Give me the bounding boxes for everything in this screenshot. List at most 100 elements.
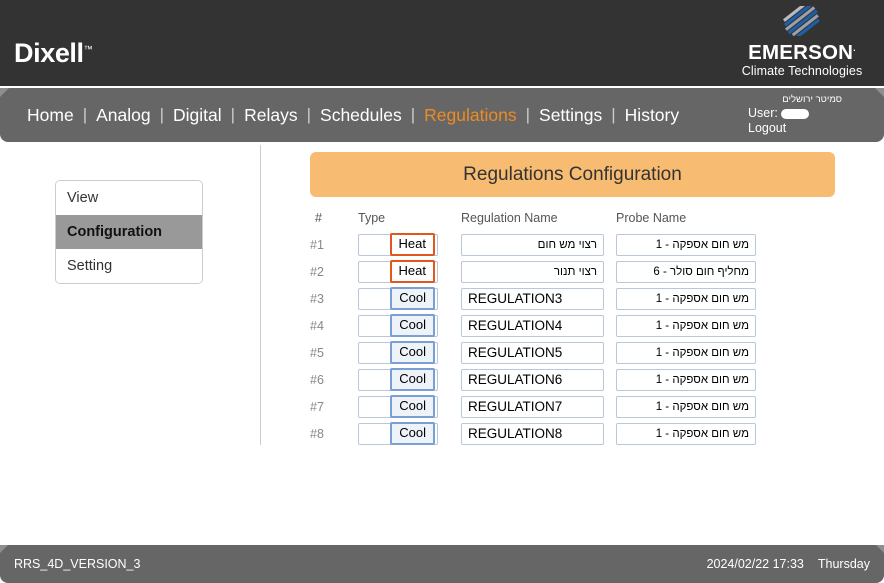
emerson-reg-symbol: . <box>853 43 856 53</box>
type-cool-badge[interactable]: Cool <box>390 395 435 418</box>
probe-name-input[interactable]: מחליף חום סולר - 6 <box>616 260 756 283</box>
type-cool-badge[interactable]: Cool <box>390 287 435 310</box>
nav-item-settings[interactable]: Settings <box>530 105 611 126</box>
table-row: #7 Cool REGULATION7 מש חום אספקה - 1 <box>310 393 764 420</box>
probe-name-input[interactable]: מש חום אספקה - 1 <box>616 341 756 364</box>
footer-weekday: Thursday <box>817 557 870 571</box>
top-header: Dixell™ EMERSON. Climate Technologies <box>0 0 884 86</box>
regulation-name-input[interactable]: REGULATION5 <box>461 341 604 364</box>
row-number: #6 <box>310 372 324 387</box>
regulation-name-input[interactable]: REGULATION4 <box>461 314 604 337</box>
table-row: #4 Cool REGULATION4 מש חום אספקה - 1 <box>310 312 764 339</box>
nav-item-analog[interactable]: Analog <box>87 105 160 126</box>
firmware-version-label: RRS_4D_VERSION_3 <box>14 557 141 571</box>
row-probe-name-cell: מחליף חום סולר - 6 <box>616 258 764 285</box>
column-header-regulation-name: Regulation Name <box>461 211 558 225</box>
row-regulation-name-cell: REGULATION3 <box>461 285 616 312</box>
row-probe-name-cell: מש חום אספקה - 1 <box>616 339 764 366</box>
regulation-name-input[interactable]: REGULATION7 <box>461 395 604 418</box>
probe-name-input[interactable]: מש חום אספקה - 1 <box>616 395 756 418</box>
column-header-probe-name: Probe Name <box>616 211 687 225</box>
main-panel: Regulations Configuration # Type Regulat… <box>310 152 840 447</box>
nav-item-history[interactable]: History <box>616 105 688 126</box>
row-regulation-name-cell: רצוי מש חום <box>461 231 616 258</box>
type-cool-badge[interactable]: Cool <box>390 368 435 391</box>
regulation-name-input[interactable]: REGULATION3 <box>461 287 604 310</box>
row-type-cell: Cool <box>358 312 461 339</box>
footer-datetime-block: 2024/02/22 17:33 Thursday <box>707 557 870 571</box>
row-number: #8 <box>310 426 324 441</box>
row-number: #3 <box>310 291 324 306</box>
username-redacted <box>780 108 809 119</box>
sidebar-item-setting[interactable]: Setting <box>56 249 202 283</box>
type-selector[interactable]: Heat <box>358 233 438 256</box>
column-header-number: # <box>315 211 322 225</box>
regulation-name-input[interactable]: REGULATION6 <box>461 368 604 391</box>
table-header: # Type Regulation Name Probe Name <box>310 211 764 231</box>
emerson-logo: EMERSON. Climate Technologies <box>728 2 876 79</box>
nav-item-digital[interactable]: Digital <box>164 105 231 126</box>
nav-item-regulations[interactable]: Regulations <box>415 105 525 126</box>
dixell-logo: Dixell™ <box>14 38 93 69</box>
regulation-name-input[interactable]: REGULATION8 <box>461 422 604 445</box>
row-regulation-name-cell: REGULATION7 <box>461 393 616 420</box>
table-row: #2 Heat רצוי תנור מחליף חום סולר - 6 <box>310 258 764 285</box>
probe-name-input[interactable]: מש חום אספקה - 1 <box>616 368 756 391</box>
row-probe-name-cell: מש חום אספקה - 1 <box>616 285 764 312</box>
user-session-block: סמיטר ירושלים User: Logout <box>746 88 876 142</box>
type-heat-badge[interactable]: Heat <box>389 260 435 283</box>
type-selector[interactable]: Cool <box>358 287 438 310</box>
nav-item-schedules[interactable]: Schedules <box>311 105 411 126</box>
row-number: #1 <box>310 237 324 252</box>
regulation-name-input[interactable]: רצוי מש חום <box>461 233 604 256</box>
table-header-row: # Type Regulation Name Probe Name <box>310 211 764 231</box>
type-cool-badge[interactable]: Cool <box>390 314 435 337</box>
nav-item-relays[interactable]: Relays <box>235 105 307 126</box>
emerson-mark-icon <box>779 2 825 39</box>
row-regulation-name-cell: REGULATION5 <box>461 339 616 366</box>
navbar-fold-left-decoration <box>0 88 9 97</box>
type-cool-badge[interactable]: Cool <box>390 422 435 445</box>
probe-name-input[interactable]: מש חום אספקה - 1 <box>616 233 756 256</box>
row-regulation-name-cell: REGULATION6 <box>461 366 616 393</box>
navbar-fold-right-decoration <box>875 88 884 97</box>
sidebar-item-view[interactable]: View <box>56 181 202 215</box>
probe-name-input[interactable]: מש חום אספקה - 1 <box>616 422 756 445</box>
type-cool-badge[interactable]: Cool <box>390 341 435 364</box>
sidebar-item-configuration[interactable]: Configuration <box>56 215 202 249</box>
row-type-cell: Cool <box>358 366 461 393</box>
table-row: #3 Cool REGULATION3 מש חום אספקה - 1 <box>310 285 764 312</box>
row-number: #5 <box>310 345 324 360</box>
row-probe-name-cell: מש חום אספקה - 1 <box>616 393 764 420</box>
status-footer: RRS_4D_VERSION_3 2024/02/22 17:33 Thursd… <box>0 545 884 583</box>
row-probe-name-cell: מש חום אספקה - 1 <box>616 312 764 339</box>
type-heat-badge[interactable]: Heat <box>389 233 435 256</box>
nav-item-home[interactable]: Home <box>18 105 83 126</box>
row-number: #7 <box>310 399 324 414</box>
application-window: Dixell™ EMERSON. Climate Technologies Ho… <box>0 0 884 583</box>
table-row: #8 Cool REGULATION8 מש חום אספקה - 1 <box>310 420 764 447</box>
user-label: User: <box>748 106 778 120</box>
logout-link[interactable]: Logout <box>748 121 876 136</box>
regulations-table: # Type Regulation Name Probe Name #1 Heat… <box>310 211 764 447</box>
type-selector[interactable]: Cool <box>358 395 438 418</box>
probe-name-input[interactable]: מש חום אספקה - 1 <box>616 314 756 337</box>
type-selector[interactable]: Cool <box>358 341 438 364</box>
row-probe-name-cell: מש חום אספקה - 1 <box>616 420 764 447</box>
table-body: #1 Heat רצוי מש חום מש חום אספקה - 1 #2 Heat ר… <box>310 231 764 447</box>
site-name-label: סמיטר ירושלים <box>782 94 842 105</box>
main-navigation-bar: Home | Analog | Digital | Relays | Sched… <box>0 88 884 142</box>
type-selector[interactable]: Heat <box>358 260 438 283</box>
probe-name-input[interactable]: מש חום אספקה - 1 <box>616 287 756 310</box>
type-selector[interactable]: Cool <box>358 368 438 391</box>
row-type-cell: Cool <box>358 393 461 420</box>
row-number: #4 <box>310 318 324 333</box>
dixell-logo-text: Dixell <box>14 38 84 68</box>
type-selector[interactable]: Cool <box>358 422 438 445</box>
type-selector[interactable]: Cool <box>358 314 438 337</box>
row-type-cell: Cool <box>358 420 461 447</box>
footer-fold-right-decoration <box>876 545 884 553</box>
regulation-name-input[interactable]: רצוי תנור <box>461 260 604 283</box>
row-number: #2 <box>310 264 324 279</box>
emerson-name: EMERSON <box>748 40 854 64</box>
